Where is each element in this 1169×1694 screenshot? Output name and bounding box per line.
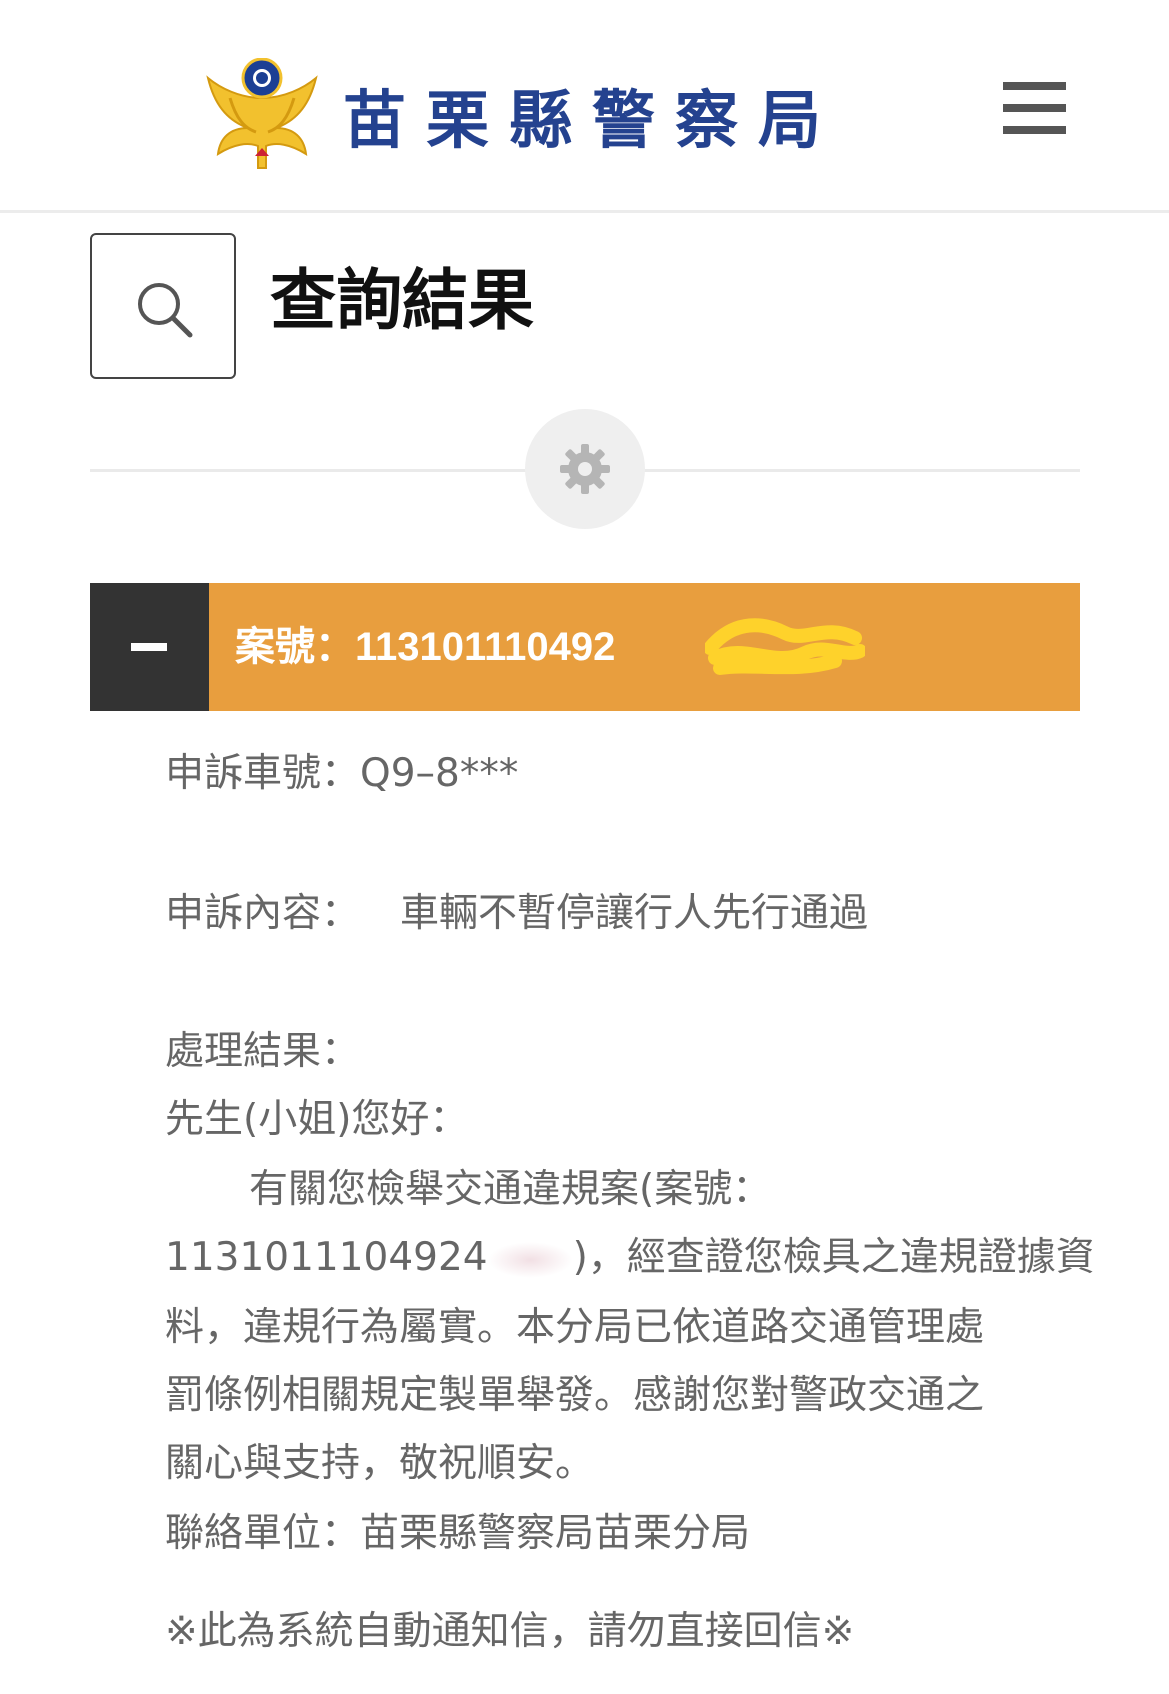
police-emblem-icon	[206, 58, 318, 169]
content-value: 車輛不暫停讓行人先行通過	[400, 891, 869, 936]
minus-icon[interactable]	[90, 583, 209, 711]
redaction-scribble	[705, 618, 865, 675]
body-line-4: 罰條例相關規定製單舉發。感謝您對警政交通之	[165, 1373, 985, 1418]
body-line-2: 1131011104924 )，經查證您檢具之違規證據資	[165, 1224, 1095, 1292]
contact-unit: 聯絡單位：苗栗縣警察局苗栗分局	[165, 1511, 751, 1556]
plate-row: 申訴車號：Q9–8***	[165, 740, 518, 808]
home-logo-link[interactable]: 苗栗縣警察局	[200, 58, 821, 182]
case-number: 113101110492	[355, 625, 616, 669]
case-accordion-header[interactable]: 案號：113101110492	[90, 583, 1080, 711]
result-label: 處理結果：	[165, 1029, 361, 1074]
case-label: 案號：	[235, 625, 355, 669]
plate-value: Q9–8***	[360, 751, 519, 796]
plate-label: 申訴車號：	[165, 751, 361, 796]
body-case-number: 1131011104924	[165, 1235, 488, 1280]
body-line-1: 有關您檢舉交通違規案(案號：	[249, 1167, 772, 1212]
body-line-3: 料，違規行為屬實。本分局已依道路交通管理處	[165, 1305, 985, 1350]
gear-icon	[560, 444, 610, 494]
content-label: 申訴內容：	[165, 891, 361, 936]
greeting: 先生(小姐)您好：	[165, 1097, 469, 1142]
page-title-row: 查詢結果	[90, 233, 1090, 383]
case-number-heading: 案號：113101110492	[235, 621, 615, 673]
body-line-5: 關心與支持，敬祝順安。	[165, 1441, 595, 1486]
hamburger-menu-icon[interactable]	[1003, 82, 1066, 134]
settings-badge	[525, 409, 645, 529]
auto-notice: ※此為系統自動通知信，請勿直接回信※	[165, 1609, 855, 1654]
body-line-2-text: )，經查證您檢具之違規證據資	[572, 1235, 1095, 1280]
site-name: 苗栗縣警察局	[343, 83, 841, 157]
site-header: 苗栗縣警察局	[0, 0, 1169, 213]
search-icon	[138, 283, 193, 338]
content-row: 申訴內容： 車輛不暫停讓行人先行通過	[165, 880, 868, 948]
search-button[interactable]	[90, 233, 236, 379]
redaction-blur	[487, 1241, 573, 1278]
page-title: 查詢結果	[270, 262, 534, 339]
